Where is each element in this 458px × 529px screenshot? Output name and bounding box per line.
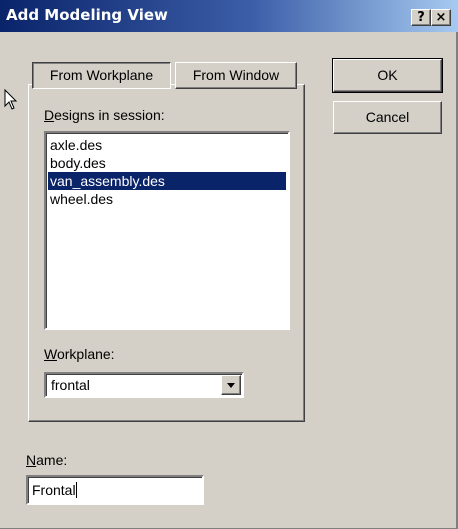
designs-in-session-label: Designs in session: [44,107,165,123]
cancel-button[interactable]: Cancel [333,101,442,134]
name-label: Name: [26,452,68,468]
chevron-down-icon [227,383,235,388]
name-field[interactable]: Frontal [26,475,204,505]
list-item[interactable]: wheel.des [48,190,286,208]
workplane-label: Workplane: [44,346,115,362]
workplane-value: frontal [51,377,90,393]
mouse-cursor-icon [4,88,18,110]
tab-from-workplane[interactable]: From Workplane [32,62,171,89]
list-item-selected[interactable]: van_assembly.des [48,172,286,190]
title-bar[interactable]: Add Modeling View ? × [0,0,458,32]
ok-button[interactable]: OK [332,58,443,93]
workplane-select[interactable]: frontal [44,372,244,398]
help-icon[interactable]: ? [411,9,431,26]
list-item[interactable]: axle.des [48,136,286,154]
add-modeling-view-dialog: Add Modeling View ? × From Workplane Fro… [0,0,458,529]
close-icon[interactable]: × [431,9,451,26]
list-item[interactable]: body.des [48,154,286,172]
text-caret [75,482,77,498]
name-value: Frontal [32,482,77,498]
dialog-title: Add Modeling View [6,6,168,24]
dropdown-button[interactable] [221,375,241,395]
designs-listbox[interactable]: axle.des body.des van_assembly.des wheel… [44,131,290,330]
tab-from-window[interactable]: From Window [175,62,297,89]
